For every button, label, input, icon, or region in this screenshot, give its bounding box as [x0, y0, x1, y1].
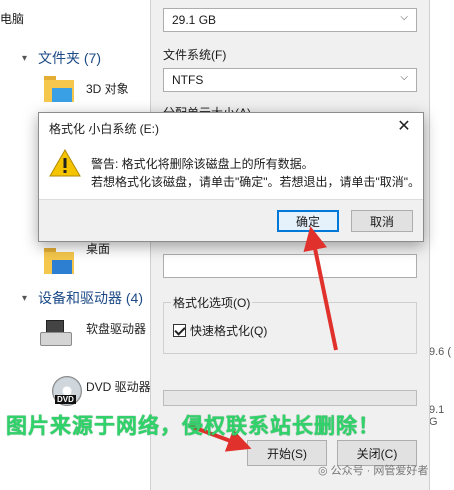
source-tag-label: 公众号 · 网管爱好者	[330, 465, 429, 477]
watermark-text: 图片来源于网络，侵权联系站长删除！	[6, 415, 380, 438]
arrow-to-ok-button	[303, 226, 338, 351]
source-tag: ◎ 公众号 · 网管爱好者	[318, 462, 428, 478]
wechat-icon: ◎	[318, 464, 328, 477]
